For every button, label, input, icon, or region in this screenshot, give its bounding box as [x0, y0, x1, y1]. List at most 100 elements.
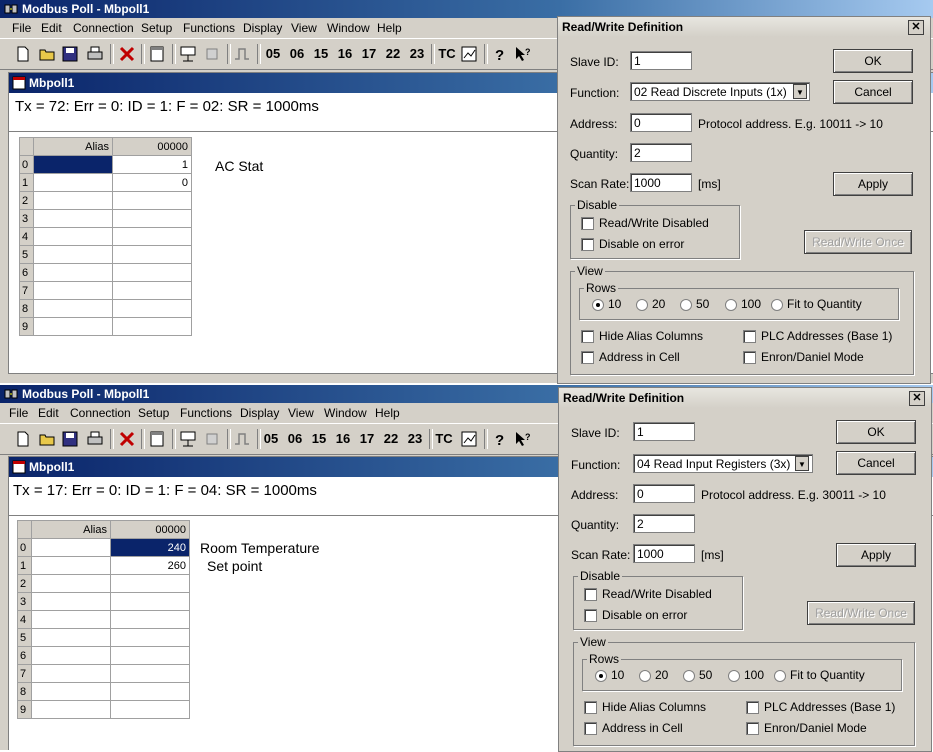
disable-on-error-checkbox[interactable] [584, 609, 597, 622]
rows-radio-100[interactable] [728, 670, 740, 682]
alias-cell[interactable] [33, 263, 113, 282]
alias-cell[interactable] [33, 191, 113, 210]
fc22-button[interactable]: 22 [383, 44, 403, 64]
address-input[interactable]: 0 [630, 113, 692, 132]
value-cell[interactable]: 0 [112, 173, 192, 192]
connect-icon[interactable] [179, 45, 197, 63]
menu-connection[interactable]: Connection [73, 21, 134, 35]
fc15-button[interactable]: 15 [311, 44, 331, 64]
menu-help[interactable]: Help [377, 21, 402, 35]
address-in-cell-checkbox[interactable] [581, 351, 594, 364]
menu-view[interactable]: View [288, 406, 314, 420]
rw-disabled-checkbox[interactable] [584, 588, 597, 601]
enron-mode-checkbox[interactable] [746, 722, 759, 735]
slave-id-input[interactable]: 1 [630, 51, 692, 70]
value-cell[interactable] [112, 263, 192, 282]
value-cell[interactable] [110, 574, 190, 593]
value-cell[interactable] [112, 191, 192, 210]
fc23-button[interactable]: 23 [407, 44, 427, 64]
alias-cell[interactable] [33, 155, 113, 174]
alias-cell[interactable] [31, 574, 111, 593]
menu-display[interactable]: Display [240, 406, 279, 420]
fc23-button[interactable]: 23 [405, 429, 425, 449]
print-icon[interactable] [86, 430, 104, 448]
rows-radio-50[interactable] [680, 299, 692, 311]
fc15-button[interactable]: 15 [309, 429, 329, 449]
value-cell[interactable] [110, 700, 190, 719]
alias-cell[interactable] [31, 556, 111, 575]
alias-cell[interactable] [31, 664, 111, 683]
rw-disabled-checkbox[interactable] [581, 217, 594, 230]
help-icon[interactable]: ? [490, 430, 508, 448]
menu-functions[interactable]: Functions [183, 21, 235, 35]
rows-radio-100[interactable] [725, 299, 737, 311]
quantity-input[interactable]: 2 [633, 514, 695, 533]
value-cell[interactable] [112, 245, 192, 264]
value-cell[interactable] [110, 628, 190, 647]
scan-rate-input[interactable]: 1000 [630, 173, 692, 192]
value-cell[interactable]: 260 [110, 556, 190, 575]
new-file-icon[interactable] [14, 45, 32, 63]
menu-edit[interactable]: Edit [38, 406, 59, 420]
alias-cell[interactable] [31, 700, 111, 719]
alias-cell[interactable] [31, 646, 111, 665]
address-in-cell-checkbox[interactable] [584, 722, 597, 735]
apply-button[interactable]: Apply [833, 172, 913, 196]
value-cell[interactable] [110, 664, 190, 683]
value-cell[interactable] [112, 227, 192, 246]
help-icon[interactable]: ? [490, 45, 508, 63]
fc16-button[interactable]: 16 [333, 429, 353, 449]
single-poll-icon[interactable] [233, 430, 251, 448]
plc-addresses-checkbox[interactable] [743, 330, 756, 343]
quantity-input[interactable]: 2 [630, 143, 692, 162]
slave-id-input[interactable]: 1 [633, 422, 695, 441]
value-cell[interactable] [110, 646, 190, 665]
menu-connection[interactable]: Connection [70, 406, 131, 420]
rows-radio-10[interactable] [592, 299, 604, 311]
alias-cell[interactable] [33, 281, 113, 300]
hide-alias-checkbox[interactable] [581, 330, 594, 343]
close-button[interactable]: ✕ [908, 20, 924, 35]
rows-radio-50[interactable] [683, 670, 695, 682]
chevron-down-icon[interactable]: ▼ [795, 456, 809, 471]
menu-window[interactable]: Window [324, 406, 367, 420]
value-cell[interactable] [110, 592, 190, 611]
address-column-header[interactable]: 00000 [110, 520, 190, 539]
read-write-once-button[interactable]: Read/Write Once [804, 230, 912, 254]
menu-file[interactable]: File [9, 406, 28, 420]
menu-setup[interactable]: Setup [138, 406, 169, 420]
function-select[interactable]: 02 Read Discrete Inputs (1x) [630, 82, 810, 101]
fc05-button[interactable]: 05 [263, 44, 283, 64]
value-cell[interactable] [112, 317, 192, 336]
alias-column-header[interactable]: Alias [33, 137, 113, 156]
apply-button[interactable]: Apply [836, 543, 916, 567]
menu-window[interactable]: Window [327, 21, 370, 35]
alias-cell[interactable] [31, 610, 111, 629]
rows-radio-fit[interactable] [774, 670, 786, 682]
value-cell[interactable] [110, 682, 190, 701]
ok-button[interactable]: OK [833, 49, 913, 73]
menu-help[interactable]: Help [375, 406, 400, 420]
value-cell[interactable] [112, 281, 192, 300]
menu-display[interactable]: Display [243, 21, 282, 35]
disconnect-icon[interactable] [203, 430, 221, 448]
alias-cell[interactable] [33, 209, 113, 228]
disconnect-icon[interactable] [203, 45, 221, 63]
value-cell[interactable] [110, 610, 190, 629]
disable-on-error-checkbox[interactable] [581, 238, 594, 251]
menu-file[interactable]: File [12, 21, 31, 35]
delete-icon[interactable] [118, 45, 136, 63]
chevron-down-icon[interactable]: ▼ [793, 84, 807, 99]
plc-addresses-checkbox[interactable] [746, 701, 759, 714]
cancel-button[interactable]: Cancel [836, 451, 916, 475]
function-select[interactable]: 04 Read Input Registers (3x) [633, 454, 813, 473]
menu-setup[interactable]: Setup [141, 21, 172, 35]
open-folder-icon[interactable] [38, 45, 56, 63]
value-cell[interactable]: 240 [110, 538, 190, 557]
alias-cell[interactable] [33, 173, 113, 192]
alias-cell[interactable] [33, 227, 113, 246]
context-help-icon[interactable]: ? [514, 45, 532, 63]
alias-cell[interactable] [31, 682, 111, 701]
alias-column-header[interactable]: Alias [31, 520, 111, 539]
menu-view[interactable]: View [291, 21, 317, 35]
